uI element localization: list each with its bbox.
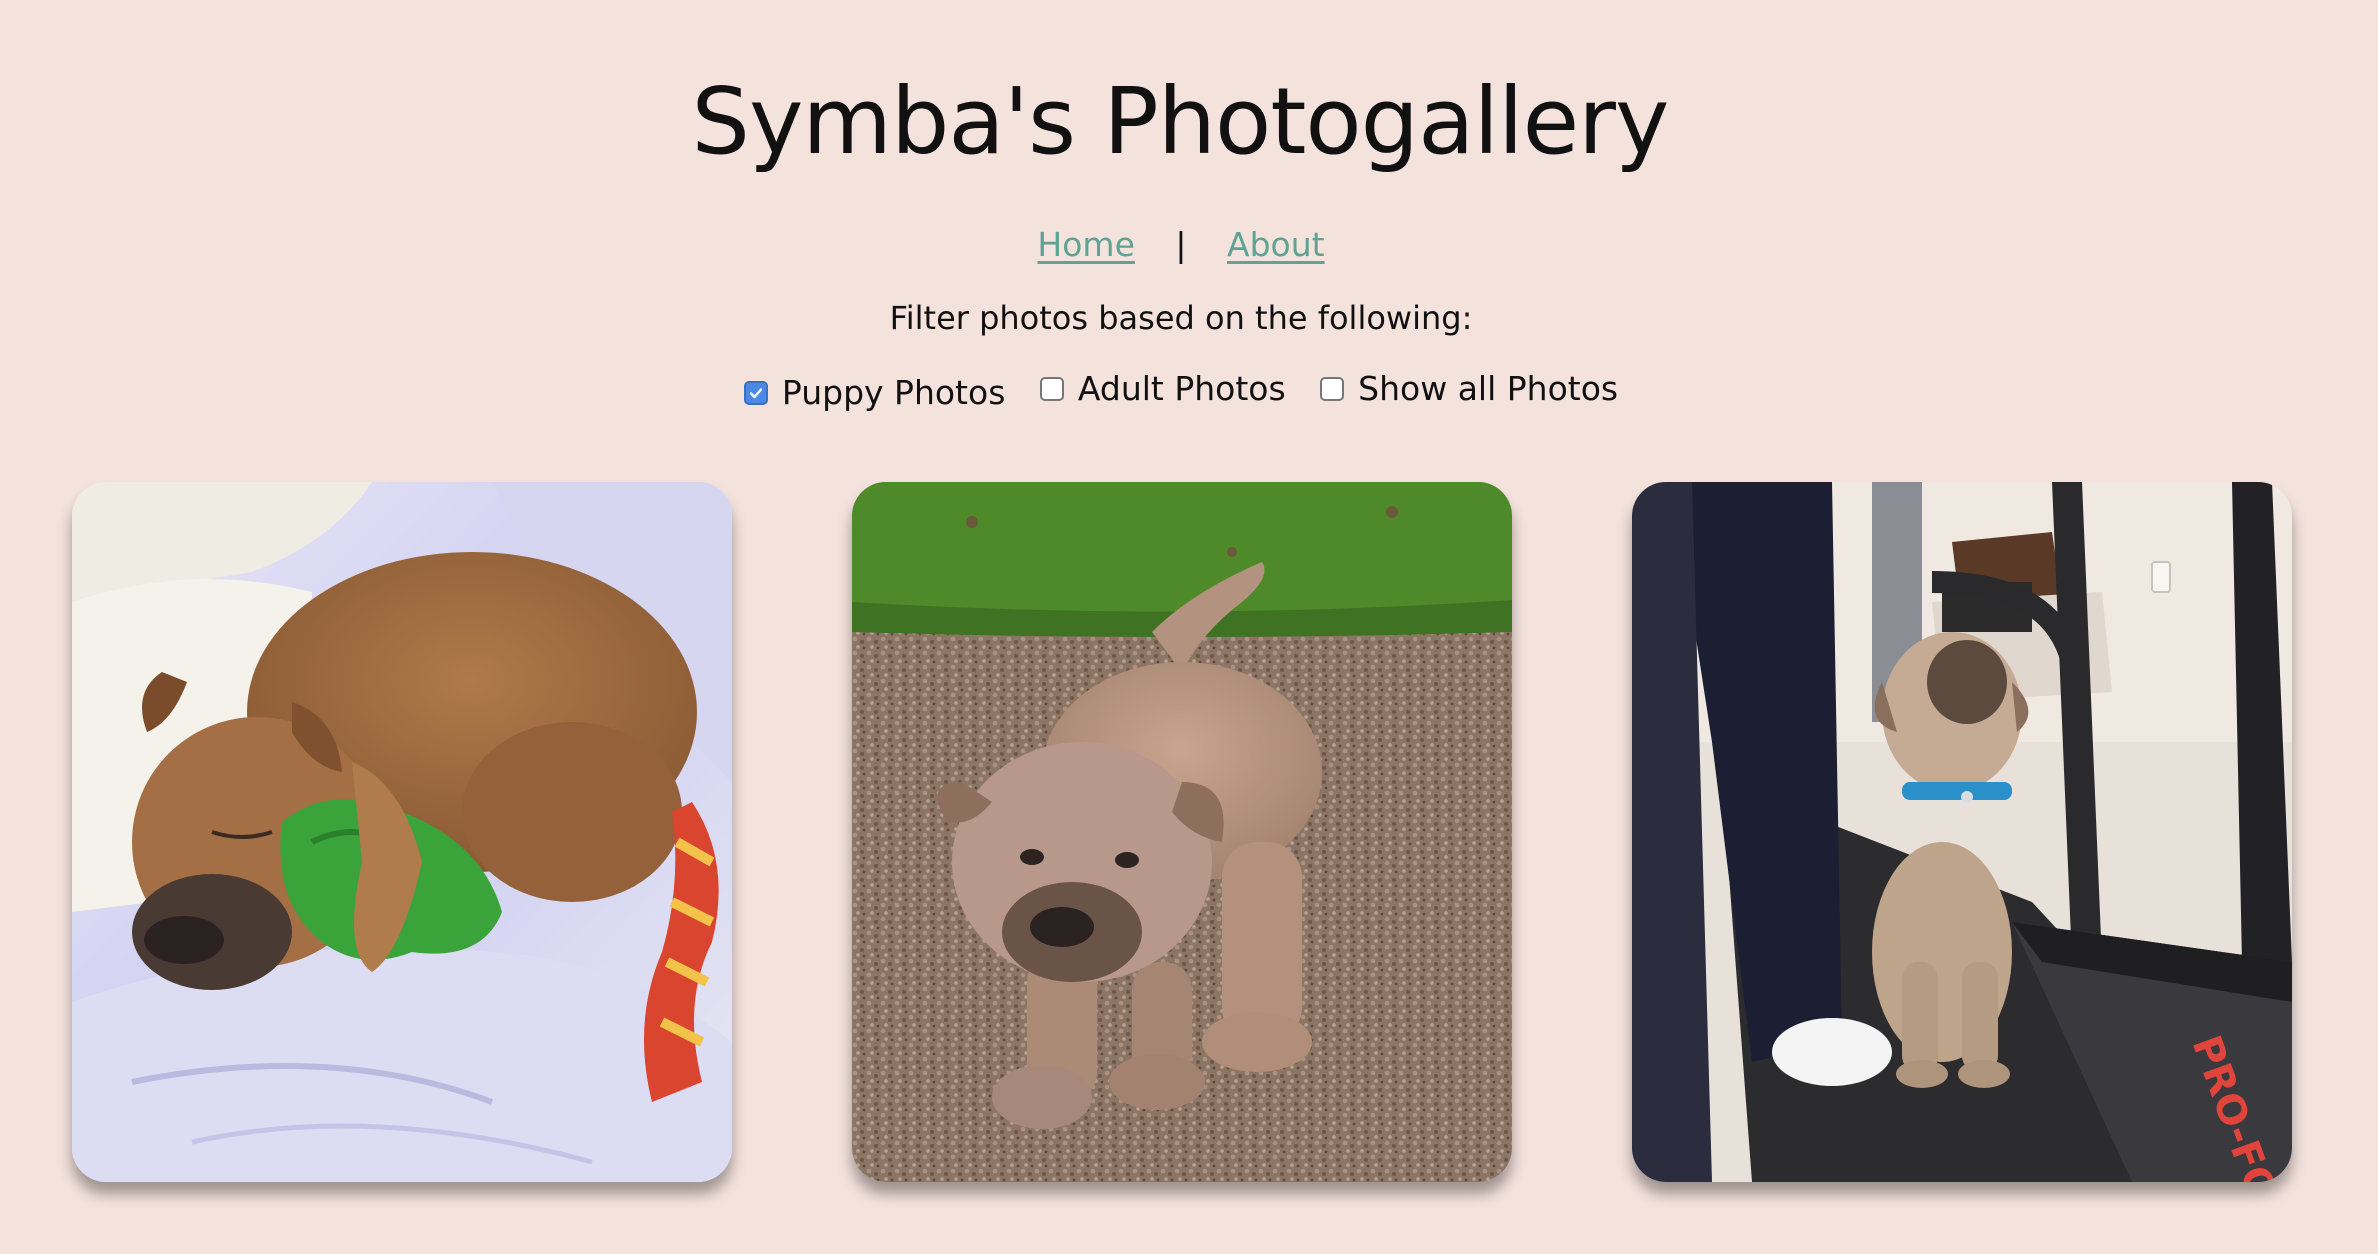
filter-options: Puppy Photos Adult Photos Show all Photo… bbox=[0, 364, 2362, 418]
show-all-photos-label: Show all Photos bbox=[1358, 369, 1619, 408]
photo-sleeping-dog[interactable] bbox=[72, 482, 732, 1182]
filter-adult-photos[interactable]: Adult Photos bbox=[1039, 364, 1286, 414]
checkmark-icon bbox=[749, 388, 763, 399]
adult-photos-label: Adult Photos bbox=[1077, 369, 1286, 408]
main-nav: Home | About bbox=[0, 220, 2362, 270]
walking-puppy-image bbox=[852, 482, 1512, 1182]
photo-treadmill-puppy[interactable]: PRO-FORM bbox=[1632, 482, 2292, 1182]
adult-photos-checkbox[interactable] bbox=[1039, 377, 1064, 401]
puppy-photos-label: Puppy Photos bbox=[781, 373, 1006, 412]
photo-walking-puppy[interactable] bbox=[852, 482, 1512, 1182]
photo-gallery: PRO-FORM bbox=[72, 482, 2292, 1182]
filter-show-all-photos[interactable]: Show all Photos bbox=[1320, 364, 1618, 414]
filter-instructions: Filter photos based on the following: bbox=[889, 299, 1473, 337]
page-title: Symba's Photogallery bbox=[691, 68, 1670, 175]
puppy-photos-checkbox[interactable] bbox=[743, 381, 768, 405]
treadmill-puppy-image: PRO-FORM bbox=[1632, 482, 2292, 1182]
nav-link-home[interactable]: Home bbox=[1037, 225, 1134, 264]
show-all-photos-checkbox[interactable] bbox=[1320, 377, 1345, 401]
nav-separator: | bbox=[1175, 225, 1187, 264]
sleeping-dog-image bbox=[72, 482, 732, 1182]
filter-puppy-photos[interactable]: Puppy Photos bbox=[743, 368, 1006, 418]
nav-link-about[interactable]: About bbox=[1227, 225, 1325, 264]
